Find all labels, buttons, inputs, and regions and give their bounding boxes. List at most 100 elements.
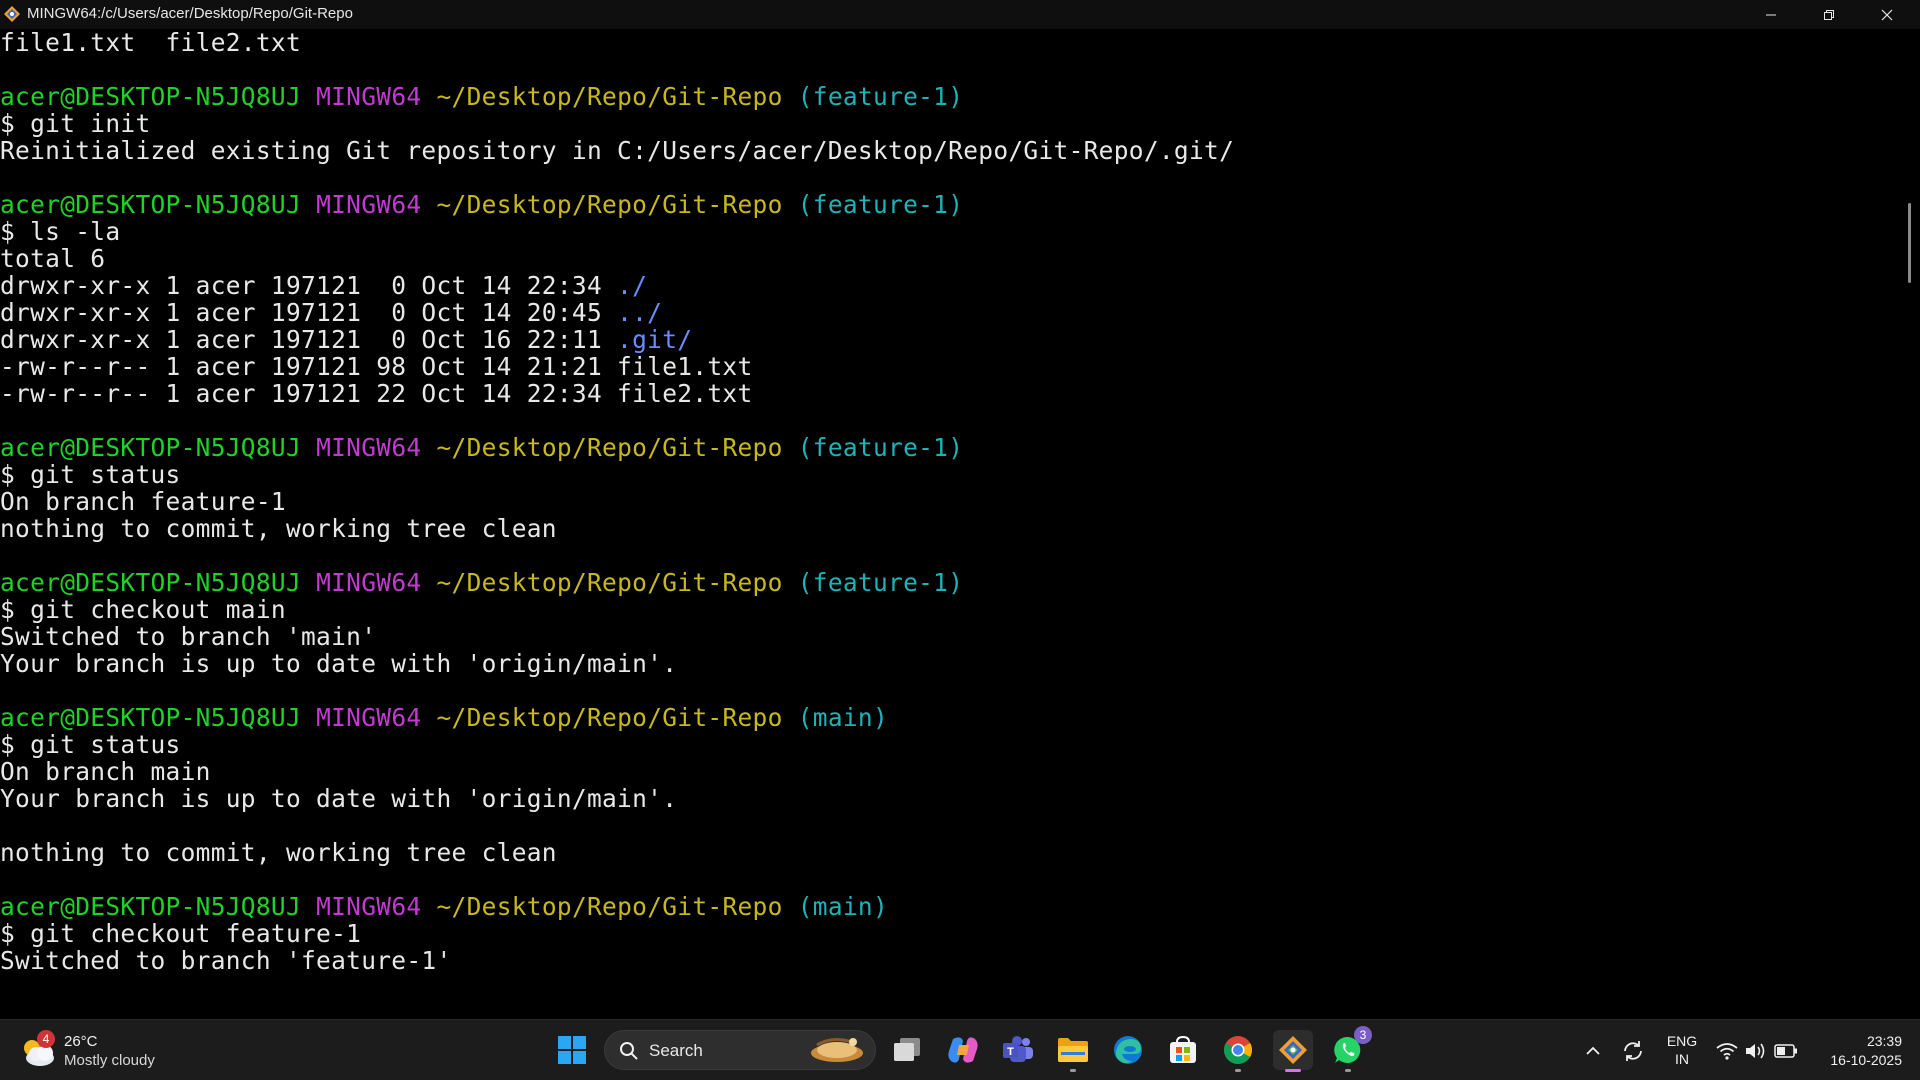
- terminal-text-branch: (feature-1): [797, 82, 964, 111]
- store-icon: [1170, 1035, 1196, 1063]
- scrollbar-thumb[interactable]: [1908, 203, 1911, 283]
- terminal-text-branch: (feature-1): [797, 433, 964, 462]
- wifi-status[interactable]: [1714, 1020, 1740, 1080]
- terminal-line: $ ls -la: [0, 218, 1900, 245]
- terminal-text-white: file1.txt file2.txt: [0, 29, 302, 57]
- task-view-icon: [894, 1038, 920, 1061]
- chevron-up-icon: [1586, 1046, 1600, 1055]
- edge-icon: [1114, 1036, 1142, 1064]
- terminal-text-sys: MINGW64: [316, 82, 422, 111]
- terminal-output[interactable]: file1.txt file2.txt acer@DESKTOP-N5JQ8UJ…: [0, 29, 1900, 1019]
- terminal-text-white: drwxr-xr-x 1 acer 197121 0 Oct 14 20:45: [0, 298, 618, 327]
- active-window-indicator: [1285, 1069, 1301, 1072]
- terminal-line: drwxr-xr-x 1 acer 197121 0 Oct 14 22:34 …: [0, 272, 1900, 299]
- sync-button[interactable]: [1618, 1020, 1648, 1080]
- terminal-line: -rw-r--r-- 1 acer 197121 22 Oct 14 22:34…: [0, 380, 1900, 407]
- terminal-text-white: $ git status: [0, 460, 181, 489]
- sync-icon: [1624, 1040, 1642, 1061]
- terminal-text-user: acer@DESKTOP-N5JQ8UJ: [0, 82, 302, 111]
- language-region: IN: [1675, 1051, 1689, 1067]
- terminal-text-white: [783, 568, 798, 597]
- prompt-line: acer@DESKTOP-N5JQ8UJ MINGW64 ~/Desktop/R…: [0, 191, 1900, 218]
- copilot-button[interactable]: [943, 1030, 983, 1070]
- clock-time: 23:39: [1866, 1033, 1902, 1049]
- battery-icon: [1774, 1043, 1797, 1058]
- terminal-line: drwxr-xr-x 1 acer 197121 0 Oct 14 20:45 …: [0, 299, 1900, 326]
- terminal-text-white: $ git init: [0, 109, 151, 138]
- search-label: Search: [649, 1041, 703, 1060]
- terminal-text-white: nothing to commit, working tree clean: [0, 514, 557, 543]
- terminal-text-white: [301, 190, 316, 219]
- prompt-line: acer@DESKTOP-N5JQ8UJ MINGW64 ~/Desktop/R…: [0, 569, 1900, 596]
- chrome-button[interactable]: [1218, 1030, 1258, 1072]
- svg-text:T: T: [1007, 1046, 1014, 1058]
- terminal-line: Your branch is up to date with 'origin/m…: [0, 650, 1900, 677]
- volume-status[interactable]: [1743, 1020, 1769, 1080]
- terminal-text-path: ~/Desktop/Repo/Git-Repo: [436, 892, 783, 921]
- weather-badge: 4: [37, 1030, 55, 1048]
- terminal-text-sys: MINGW64: [316, 703, 422, 732]
- terminal-line: $ git status: [0, 461, 1900, 488]
- restore-button[interactable]: [1800, 0, 1858, 29]
- edge-button[interactable]: [1108, 1030, 1148, 1070]
- terminal-text-white: nothing to commit, working tree clean: [0, 838, 557, 867]
- terminal-text-white: [301, 703, 316, 732]
- running-indicator: [1235, 1069, 1241, 1072]
- wifi-icon: [1716, 1042, 1738, 1060]
- terminal-text-white: Your branch is up to date with 'origin/m…: [0, 784, 678, 813]
- git-bash-button[interactable]: [1273, 1030, 1313, 1072]
- minimize-button[interactable]: [1742, 0, 1800, 29]
- search-icon: [619, 1041, 639, 1066]
- battery-status[interactable]: [1772, 1020, 1800, 1080]
- close-button[interactable]: [1858, 0, 1916, 29]
- git-bash-icon: [1279, 1036, 1307, 1064]
- terminal-line: Switched to branch 'main': [0, 623, 1900, 650]
- taskbar-search[interactable]: Search: [604, 1030, 876, 1070]
- terminal-text-user: acer@DESKTOP-N5JQ8UJ: [0, 703, 302, 732]
- terminal-text-white: [421, 190, 436, 219]
- terminal-text-white: [301, 82, 316, 111]
- terminal-text-white: On branch feature-1: [0, 487, 286, 516]
- whatsapp-button[interactable]: 3: [1328, 1026, 1372, 1072]
- task-view-button[interactable]: [888, 1030, 928, 1070]
- terminal-text-white: [421, 568, 436, 597]
- terminal-line: $ git status: [0, 731, 1900, 758]
- file-explorer-button[interactable]: [1053, 1030, 1093, 1072]
- system-clock[interactable]: 23:39 16-10-2025: [1812, 1032, 1902, 1070]
- terminal-text-white: [301, 568, 316, 597]
- teams-icon: T: [1003, 1036, 1033, 1062]
- microsoft-store-button[interactable]: [1163, 1030, 1203, 1070]
- prompt-line: acer@DESKTOP-N5JQ8UJ MINGW64 ~/Desktop/R…: [0, 893, 1900, 920]
- terminal-line: drwxr-xr-x 1 acer 197121 0 Oct 16 22:11 …: [0, 326, 1900, 353]
- show-hidden-icons-button[interactable]: [1580, 1020, 1606, 1080]
- terminal-text-sys: MINGW64: [316, 433, 422, 462]
- terminal-text-white: [301, 433, 316, 462]
- running-indicator: [1345, 1069, 1351, 1072]
- terminal-text-dir: ./: [617, 271, 648, 300]
- terminal-text-white: drwxr-xr-x 1 acer 197121 0 Oct 14 22:34: [0, 271, 618, 300]
- whatsapp-notification-badge: 3: [1354, 1026, 1372, 1044]
- terminal-text-white: [783, 190, 798, 219]
- terminal-text-white: [301, 892, 316, 921]
- close-icon: [1881, 9, 1893, 20]
- terminal-scrollbar[interactable]: [1900, 29, 1920, 1019]
- language-indicator[interactable]: ENG IN: [1660, 1032, 1704, 1068]
- prompt-line: acer@DESKTOP-N5JQ8UJ MINGW64 ~/Desktop/R…: [0, 434, 1900, 461]
- start-button[interactable]: [552, 1030, 592, 1070]
- terminal-line: $ git checkout main: [0, 596, 1900, 623]
- terminal-text-white: $ git checkout feature-1: [0, 919, 362, 948]
- weather-widget[interactable]: 4 26°C Mostly cloudy: [20, 1030, 180, 1072]
- terminal-text-white: [421, 82, 436, 111]
- teams-button[interactable]: T: [998, 1030, 1038, 1070]
- terminal-text-white: -rw-r--r-- 1 acer 197121 98 Oct 14 21:21…: [0, 352, 753, 381]
- terminal-text-sys: MINGW64: [316, 190, 422, 219]
- terminal-text-user: acer@DESKTOP-N5JQ8UJ: [0, 190, 302, 219]
- volume-icon: [1746, 1043, 1765, 1058]
- terminal-text-white: On branch main: [0, 757, 211, 786]
- windows-start-icon: [558, 1036, 586, 1064]
